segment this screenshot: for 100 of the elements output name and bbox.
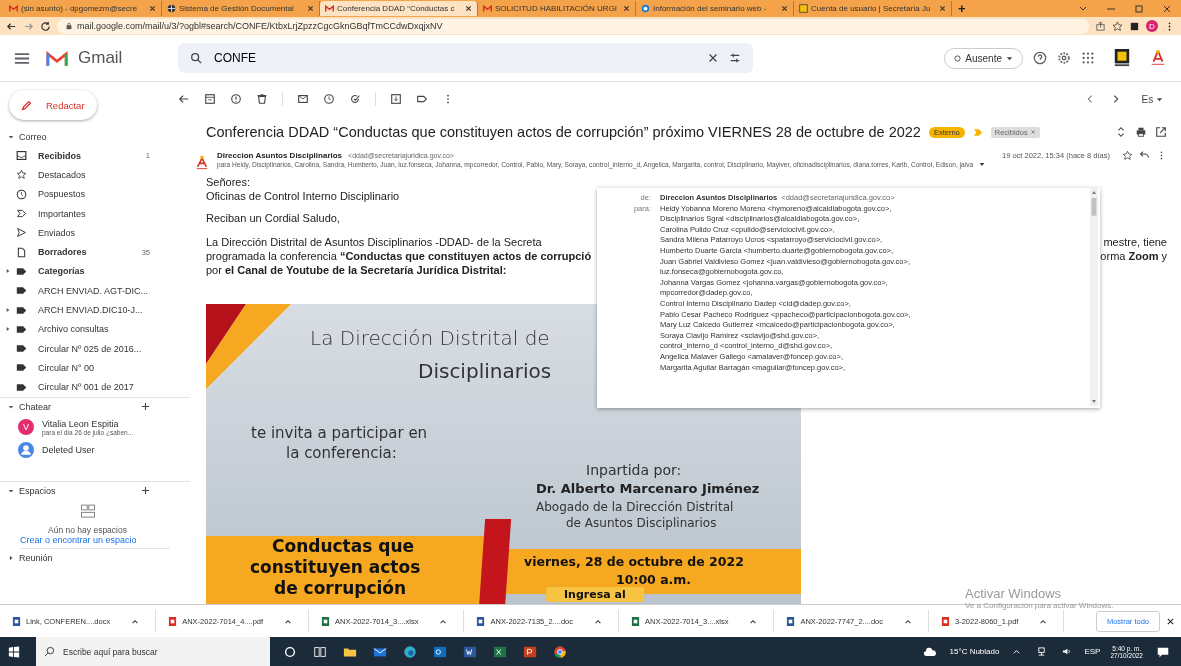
close-icon[interactable] [781,5,788,12]
close-icon[interactable] [1166,616,1175,626]
chevron-up-icon[interactable] [1039,617,1048,625]
expand-collapse-icon[interactable] [1115,126,1127,138]
reload-icon[interactable] [40,20,51,32]
sidebar-item[interactable]: ARCH ENVIAD.DIC10-J... [0,300,190,320]
caret-down-icon[interactable] [8,134,14,140]
browser-tab[interactable]: Cuenta de usuario | Secretaría Ju [794,1,952,16]
task-view-icon[interactable] [313,644,327,659]
new-tab-button[interactable]: + [952,1,972,16]
powerpoint-tile-icon[interactable] [523,644,537,659]
important-marker-icon[interactable] [972,127,983,137]
add-task-icon[interactable] [349,93,361,105]
expand-triangle-icon[interactable] [6,326,10,333]
weather-text[interactable]: 15°C Nublado [949,647,1000,656]
move-to-icon[interactable] [390,93,402,105]
chevron-up-icon[interactable] [284,617,293,625]
help-icon[interactable] [1033,51,1047,65]
address-bar[interactable]: mail.google.com/mail/u/3/?ogbl#search/CONFE/KtbxLrjZpzzCgcGknGBqfTmCCdwDxqjxNV [57,18,1089,34]
caret-down-icon[interactable] [979,162,986,167]
close-icon[interactable] [149,5,156,12]
print-icon[interactable] [1135,126,1147,138]
crest-logo-icon[interactable] [1113,47,1131,69]
search-field[interactable]: CONFE [212,50,697,66]
scrollbar[interactable] [1090,188,1098,406]
chevron-up-icon[interactable] [904,617,912,625]
apps-grid-icon[interactable] [1081,51,1095,65]
envelope-icon[interactable] [297,93,309,105]
caret-down-icon[interactable] [8,403,14,410]
taskbar-search-bar[interactable]: Escribe aquí para buscar [36,637,270,666]
clock-icon[interactable] [323,93,335,105]
star-icon[interactable] [1122,150,1133,161]
clear-search-icon[interactable] [707,52,719,64]
browser-swirl-icon[interactable] [403,644,417,659]
expand-triangle-icon[interactable] [6,307,10,313]
sidebar-item[interactable]: Pospuestos [0,184,190,204]
menu-icon[interactable] [14,51,30,65]
create-space-link[interactable]: Crear o encontrar un espacio [20,534,170,549]
close-icon[interactable] [939,5,946,12]
label-icon[interactable] [416,93,428,105]
chevron-up-icon[interactable] [131,617,140,625]
section-header[interactable]: Reunión [19,552,182,563]
trash-icon[interactable] [256,93,268,105]
profile-avatar[interactable]: D [1146,20,1158,32]
chevron-up-icon[interactable] [749,617,758,625]
input-tools-dropdown[interactable]: Es [1135,92,1169,106]
circle-icon[interactable] [283,644,297,659]
section-header[interactable]: Chatear [19,401,136,412]
language-indicator[interactable]: ESP [1084,647,1101,656]
chevron-up-icon[interactable] [439,617,448,625]
browser-tab[interactable]: Información del seminario web - [636,1,794,16]
search-bar[interactable]: CONFE [178,43,753,73]
sidebar-item[interactable]: Enviados [0,223,190,243]
sidebar-item[interactable]: Archivo consultas [0,319,190,339]
browser-tab[interactable]: Conferencia DDAD “Conductas c [320,1,478,16]
side-panel-icon[interactable] [1129,20,1140,32]
plus-icon[interactable] [141,402,150,412]
browser-tab[interactable]: (sin asunto) - dpgomezm@secre [4,1,162,16]
chrome-logo-icon[interactable] [553,644,567,659]
gmail-logo-icon[interactable] [46,49,68,67]
close-icon[interactable] [623,5,630,12]
close-icon[interactable] [465,5,472,12]
maximize-icon[interactable] [1134,3,1144,14]
plus-icon[interactable] [141,486,150,496]
back-arrow-icon[interactable] [178,93,190,105]
expand-triangle-icon[interactable] [6,268,10,275]
open-in-new-window-icon[interactable] [1155,126,1167,138]
star-icon[interactable] [1112,20,1123,32]
remove-label-icon[interactable] [1029,128,1036,135]
settings-icon[interactable] [1057,51,1071,65]
windows-logo-icon[interactable] [8,645,20,658]
browser-tab[interactable]: SOLICITUD HABILITACIÓN URGI [478,1,636,16]
chevron-up-icon[interactable] [594,617,603,625]
sidebar-item[interactable]: ARCH ENVIAD. AGT-DIC... [0,281,190,301]
sidebar-item[interactable]: Importantes [0,203,190,224]
status-dropdown[interactable]: Ausente [944,47,1023,69]
filter-sliders-icon[interactable] [729,52,741,64]
word-tile-icon[interactable] [463,644,477,659]
section-header[interactable]: Correo [19,132,182,142]
sidebar-item[interactable]: Circular Nº 001 de 2017 [0,377,190,397]
compose-button[interactable]: Redactar [9,90,97,120]
caret-right-icon[interactable] [8,554,14,561]
chevron-up-icon[interactable] [1012,647,1022,656]
speaker-icon[interactable] [1062,647,1072,656]
network-icon[interactable] [1037,647,1047,656]
taskbar-search-field[interactable]: Escribe aquí para buscar [61,645,262,658]
section-header[interactable]: Espacios [19,485,136,496]
sidebar-item[interactable]: Circular N° 00 [0,358,190,378]
close-icon[interactable] [1162,3,1172,14]
sidebar-item[interactable]: Categorías [0,261,190,282]
outlook-tile-icon[interactable] [433,644,447,659]
reply-arrow-icon[interactable] [1139,150,1150,161]
excel-tile-icon[interactable] [493,644,507,659]
caret-down-icon[interactable] [8,487,14,494]
sidebar-item[interactable]: Destacados [0,165,190,185]
chat-item[interactable]: Deleted User [0,438,190,461]
close-icon[interactable] [307,5,314,12]
sidebar-item[interactable]: Circular Nº 025 de 2016... [0,338,190,359]
report-icon[interactable] [230,93,242,105]
share-icon[interactable] [1095,20,1106,32]
